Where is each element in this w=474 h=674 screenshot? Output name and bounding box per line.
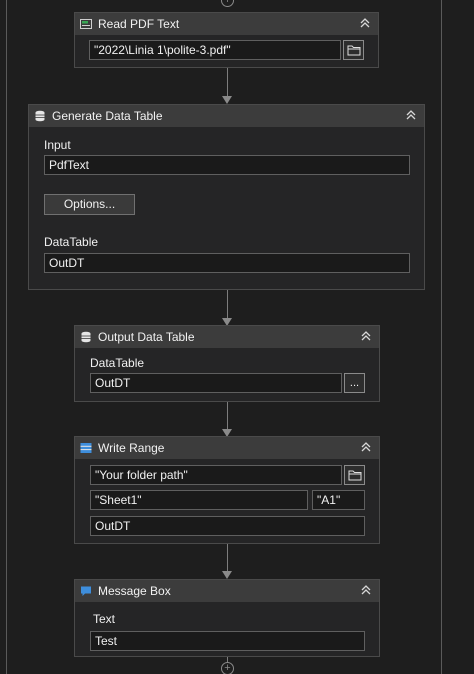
activity-title: Output Data Table — [98, 330, 195, 344]
connector-line — [227, 402, 228, 429]
input-label: Input — [44, 138, 71, 152]
add-activity-bottom-button[interactable]: + — [221, 662, 234, 674]
file-path-input[interactable]: "2022\Linia 1\polite-3.pdf" — [89, 40, 341, 60]
datatable-field[interactable]: OutDT — [44, 253, 410, 273]
frame-border-left — [6, 0, 7, 674]
activity-read-pdf-text[interactable]: Read PDF Text "2022\Linia 1\polite-3.pdf… — [74, 12, 379, 68]
collapse-icon[interactable] — [359, 583, 373, 597]
folder-icon — [347, 45, 360, 56]
datatable-label: DataTable — [90, 356, 145, 370]
database-icon — [81, 331, 91, 343]
activity-title: Read PDF Text — [98, 17, 180, 31]
folder-icon — [348, 470, 361, 481]
text-label: Text — [93, 612, 116, 626]
activity-header[interactable]: Write Range — [75, 437, 379, 459]
activity-header[interactable]: Message Box — [75, 580, 379, 602]
more-options-button[interactable]: ... — [344, 373, 365, 393]
activity-generate-data-table[interactable]: Generate Data Table Input PdfText Option… — [28, 104, 425, 290]
input-field[interactable]: PdfText — [44, 155, 410, 175]
activity-output-data-table[interactable]: Output Data Table DataTable OutDT ... — [74, 325, 380, 402]
connector-line — [227, 67, 228, 96]
options-button[interactable]: Options... — [44, 194, 135, 215]
connector-arrow — [222, 571, 232, 579]
connector-line — [227, 544, 228, 571]
collapse-icon[interactable] — [404, 108, 418, 122]
activity-write-range[interactable]: Write Range "Your folder path" "Sheet1" … — [74, 436, 380, 544]
collapse-icon[interactable] — [358, 16, 372, 30]
activity-header[interactable]: Generate Data Table — [29, 105, 424, 127]
activity-title: Generate Data Table — [52, 109, 163, 123]
text-field[interactable]: Test — [90, 631, 365, 651]
frame-border-right — [441, 0, 442, 674]
collapse-icon[interactable] — [359, 329, 373, 343]
add-activity-top-button[interactable]: + — [221, 0, 234, 7]
collapse-icon[interactable] — [359, 440, 373, 454]
activity-title: Message Box — [98, 584, 171, 598]
table-icon — [80, 443, 92, 453]
database-icon — [35, 110, 45, 122]
connector-line — [227, 290, 228, 318]
datatable-field[interactable]: OutDT — [90, 516, 365, 536]
message-icon — [81, 586, 91, 596]
browse-file-button[interactable] — [344, 465, 365, 485]
workflow-canvas: + + Read PDF Text "2022\Linia 1\polite-3… — [0, 0, 474, 674]
activity-header[interactable]: Read PDF Text — [75, 13, 378, 35]
activity-message-box[interactable]: Message Box Text Test — [74, 579, 380, 657]
activity-title: Write Range — [98, 441, 165, 455]
workbook-path-input[interactable]: "Your folder path" — [90, 465, 342, 485]
browse-file-button[interactable] — [343, 40, 364, 60]
connector-arrow — [222, 96, 232, 104]
start-cell-input[interactable]: "A1" — [312, 490, 365, 510]
activity-header[interactable]: Output Data Table — [75, 326, 379, 348]
datatable-field[interactable]: OutDT — [90, 373, 342, 393]
sheet-name-input[interactable]: "Sheet1" — [90, 490, 308, 510]
pdf-icon — [80, 19, 92, 29]
datatable-label: DataTable — [44, 235, 99, 249]
